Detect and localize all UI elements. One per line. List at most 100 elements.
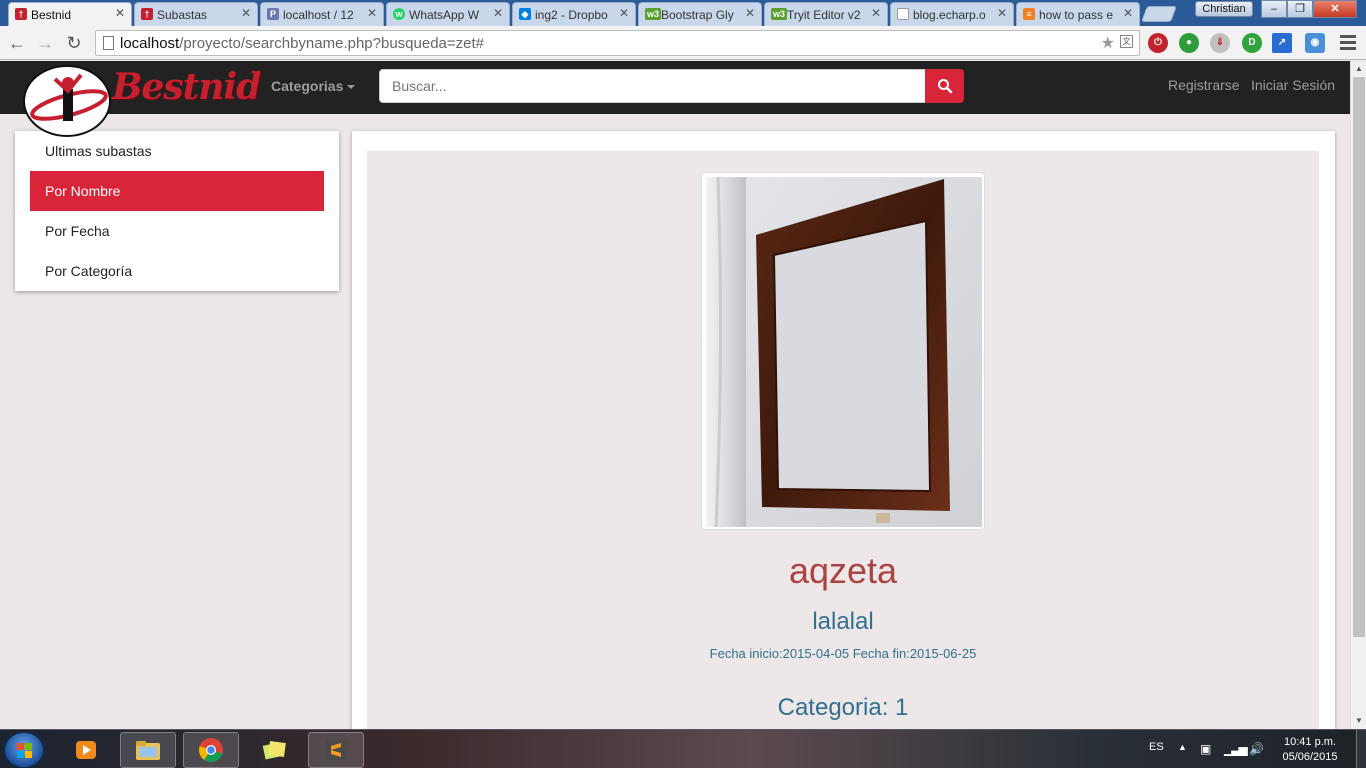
new-extension-icon[interactable]: ↗ [1272,33,1292,53]
window-controls: – ❐ ✕ [1261,0,1357,18]
categories-dropdown[interactable]: Categorias [271,78,356,94]
search-button[interactable] [925,69,964,103]
tab-title: Bestnid [31,7,72,22]
tab-title: how to pass e [1039,7,1114,22]
close-window-button[interactable]: ✕ [1313,0,1357,18]
tab-dropbox[interactable]: ◆ ing2 - Dropbo ✕ [512,2,636,26]
search-input[interactable] [379,69,926,103]
clock-time: 10:41 p.m. [1284,736,1336,748]
tab-subastas[interactable]: † Subastas ✕ [134,2,258,26]
login-link[interactable]: Iniciar Sesión [1251,77,1335,93]
taskbar-sticky-notes[interactable] [246,732,302,768]
pushbullet-extension-icon[interactable]: D [1242,33,1262,53]
sidebar-item-por-nombre[interactable]: Por Nombre [30,171,324,211]
folder-icon [136,741,160,760]
address-bar[interactable]: localhost/proyecto/searchbyname.php?busq… [95,30,1140,56]
page-scrollbar[interactable]: ▲ ▼ [1350,61,1366,729]
taskbar-sublime-text[interactable] [308,732,364,768]
tab-whatsapp[interactable]: w WhatsApp W ✕ [386,2,510,26]
brand-logo-text[interactable]: Bestnid [112,66,261,108]
sublime-text-icon [326,740,346,760]
sidebar-item-ultimas-subastas[interactable]: Ultimas subastas [30,131,324,171]
taskbar-explorer[interactable] [120,732,176,768]
volume-icon[interactable]: 🔊 [1249,742,1264,756]
bestnid-logo-icon[interactable] [23,65,111,137]
url-path: /proyecto/searchbyname.php?busqueda=zet# [179,34,485,52]
tab-title: blog.echarp.o [913,7,986,22]
stackoverflow-favicon-icon: ≡ [1023,8,1035,20]
tab-blog[interactable]: blog.echarp.o ✕ [890,2,1014,26]
close-icon[interactable]: ✕ [241,6,251,20]
close-icon[interactable]: ✕ [367,6,377,20]
item-thumbnail[interactable] [701,172,985,530]
start-button[interactable] [4,732,44,768]
tab-title: ing2 - Dropbo [535,7,608,22]
tab-phpmyadmin[interactable]: P localhost / 12 ✕ [260,2,384,26]
item-title[interactable]: aqzeta [701,550,985,592]
translate-icon[interactable]: 文 [1120,35,1133,48]
profile-button[interactable]: Christian [1195,1,1253,17]
close-icon[interactable]: ✕ [997,6,1007,20]
maximize-button[interactable]: ❐ [1287,0,1313,18]
browser-tab-strip: † Bestnid ✕ † Subastas ✕ P localhost / 1… [0,0,1366,26]
chrome-icon [198,738,223,763]
page-favicon-icon [897,8,909,20]
sticky-notes-icon [262,740,286,760]
show-desktop-button[interactable] [1356,730,1366,768]
system-clock[interactable]: 10:41 p.m. 05/06/2015 [1276,735,1344,765]
phpmyadmin-favicon-icon: P [267,8,279,20]
page-icon [103,36,114,50]
evernote-extension-icon[interactable]: ● [1179,33,1199,53]
camera-extension-icon[interactable]: ◉ [1305,33,1325,53]
windows-logo-icon [17,743,33,759]
url-host: localhost [120,34,180,52]
scroll-up-icon[interactable]: ▲ [1351,61,1366,77]
w3schools-favicon-icon: w3 [645,8,661,20]
tray-expand-icon[interactable]: ▲ [1178,742,1187,752]
back-arrow-icon[interactable]: ← [6,32,28,54]
dropbox-favicon-icon: ◆ [519,8,531,20]
tab-title: localhost / 12 [283,7,354,22]
tab-tryit[interactable]: w3 Tryit Editor v2 ✕ [764,2,888,26]
close-icon[interactable]: ✕ [115,6,125,20]
taskbar-chrome[interactable] [183,732,239,768]
tray-device-icon[interactable]: ▣ [1200,742,1211,756]
menu-icon[interactable] [1340,32,1356,52]
tab-title: WhatsApp W [409,7,480,22]
w3schools-favicon-icon: w3 [771,8,787,20]
tab-stackoverflow[interactable]: ≡ how to pass e ✕ [1016,2,1140,26]
scroll-down-icon[interactable]: ▼ [1351,713,1366,729]
register-link[interactable]: Registrarse [1168,77,1240,93]
item-category: Categoria: 1 [777,694,909,721]
new-tab-button[interactable] [1141,6,1177,22]
bestnid-favicon-icon: † [141,8,153,20]
sidebar-item-por-fecha[interactable]: Por Fecha [30,211,324,251]
tab-bestnid[interactable]: † Bestnid ✕ [8,2,132,26]
browser-toolbar: ← → ↻ localhost/proyecto/searchbyname.ph… [0,26,1366,60]
windows-taskbar: ES ▲ ▣ ▁▃▅ 🔊 10:41 p.m. 05/06/2015 [0,729,1366,768]
close-icon[interactable]: ✕ [745,6,755,20]
tab-title: Tryit Editor v2 [787,7,861,22]
minimize-button[interactable]: – [1261,0,1287,18]
item-description: lalalal [812,608,874,635]
clock-date: 05/06/2015 [1282,751,1338,763]
close-icon[interactable]: ✕ [493,6,503,20]
whatsapp-favicon-icon: w [393,8,405,20]
scroll-thumb[interactable] [1353,77,1365,637]
taskbar-media-player[interactable] [58,732,114,768]
close-icon[interactable]: ✕ [619,6,629,20]
tab-bootstrap[interactable]: w3 Bootstrap Gly ✕ [638,2,762,26]
language-indicator[interactable]: ES [1149,741,1164,753]
reload-icon[interactable]: ↻ [63,32,85,54]
adblock-extension-icon[interactable]: ⏻ [1148,33,1168,53]
download-extension-icon[interactable]: ⇓ [1210,33,1230,53]
item-photo [706,177,982,527]
bestnid-favicon-icon: † [15,8,27,20]
close-icon[interactable]: ✕ [871,6,881,20]
network-signal-icon[interactable]: ▁▃▅ [1224,742,1248,756]
bookmark-star-icon[interactable]: ★ [1101,33,1115,53]
sidebar-item-por-categoria[interactable]: Por Categoría [30,251,324,291]
sidebar: Ultimas subastas Por Nombre Por Fecha Po… [15,131,339,291]
forward-arrow-icon[interactable]: → [34,32,56,54]
close-icon[interactable]: ✕ [1123,6,1133,20]
